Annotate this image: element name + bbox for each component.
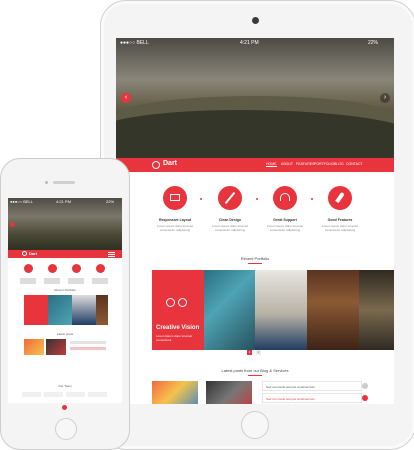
feature-title: Clean Design — [218, 218, 242, 222]
scroll-top-icon[interactable] — [62, 405, 67, 410]
portfolio-tile-gallery[interactable] — [307, 270, 359, 350]
portfolio-tile-creative[interactable]: Creative Vision Lorem ipsum dolor sit am… — [152, 270, 204, 350]
brush-icon — [218, 186, 242, 210]
blog-thumb[interactable] — [152, 381, 198, 404]
iphone-speaker — [53, 181, 75, 184]
dart-logo-icon — [22, 251, 27, 256]
headset-icon — [72, 264, 81, 273]
page-1-button[interactable]: 1 — [247, 350, 252, 355]
carrier-label: ●●●○○ BELL — [120, 40, 149, 46]
feature-title: Good Features — [327, 218, 353, 222]
glasses-icon — [178, 298, 187, 307]
brand-name[interactable]: Dart — [29, 251, 37, 256]
portfolio-heading: Recent Portfolio — [54, 288, 76, 292]
nav-contact[interactable]: CONTACT — [346, 162, 363, 166]
portfolio-tile[interactable] — [72, 295, 96, 325]
blog-heading: Latest posts — [56, 332, 74, 336]
blog-row[interactable]: Sed commodo tempus condimentum — [262, 381, 362, 391]
feature-title: Great Support — [273, 218, 297, 222]
glasses-icon — [166, 298, 175, 307]
feature-text: Lorem ipsum dolor sit amet consectetur a… — [156, 224, 194, 232]
team-heading: Our Team — [58, 384, 72, 388]
headset-icon — [273, 186, 297, 210]
ipad-status-bar: ●●●○○ BELL 4:21 PM 22% — [116, 38, 394, 48]
blog-thumb[interactable] — [24, 339, 44, 355]
slider-next-icon[interactable]: › — [380, 93, 390, 103]
feature-separator — [311, 198, 313, 200]
slider-prev-icon[interactable] — [10, 222, 15, 227]
rocket-icon — [328, 186, 352, 210]
monitor-icon — [24, 264, 33, 273]
team-list — [22, 392, 108, 397]
portfolio-heading: Recent Portfolio — [240, 256, 270, 261]
iphone-screen: ●●●○○ BELL 4:21 PM 22% Dart Recent Portf… — [8, 198, 122, 414]
blog-row[interactable]: Sed commodo tempus condimentum — [262, 393, 362, 403]
feature-texts — [20, 278, 112, 284]
feature-text: Lorem ipsum dolor sit amet consectetur a… — [321, 224, 359, 232]
blog-thumb[interactable] — [46, 339, 66, 355]
iphone-camera-icon — [45, 181, 48, 184]
menu-icon[interactable] — [108, 252, 115, 253]
tile-subtitle: Lorem ipsum dolor sit amet consectetur — [156, 334, 193, 342]
hero-image — [8, 198, 122, 250]
blog-thumb[interactable] — [206, 381, 252, 404]
iphone-home-button[interactable] — [55, 418, 77, 440]
portfolio-tile-extra[interactable] — [359, 270, 394, 350]
hero-foreground — [116, 110, 394, 158]
rocket-shape — [335, 191, 345, 204]
tile-title: Creative Vision — [156, 325, 200, 331]
brush-shape — [224, 191, 236, 205]
battery-label: 22% — [368, 40, 379, 46]
carrier-label: ●●●○○ BELL — [10, 199, 33, 204]
rocket-icon — [96, 264, 105, 273]
monitor-shape — [170, 194, 180, 201]
clock-label: 4:21 PM — [56, 199, 71, 204]
nav-about[interactable]: ABOUT — [281, 162, 293, 166]
blog-row[interactable] — [70, 347, 106, 350]
more-icon[interactable] — [362, 383, 368, 389]
battery-label: 22% — [106, 199, 115, 204]
headset-shape — [280, 193, 290, 201]
ipad-screen: ●●●○○ BELL 4:21 PM 22% ‹ › Dart HOME ABO… — [116, 38, 394, 404]
clock-label: 4:21 PM — [240, 40, 259, 46]
nav-portfolio[interactable]: PORTFOLIO — [314, 162, 334, 166]
portfolio-tile[interactable] — [96, 295, 108, 325]
heading-underline — [248, 263, 262, 264]
ipad-home-button[interactable] — [241, 411, 269, 439]
nav-features[interactable]: FEATURES — [296, 162, 314, 166]
brush-icon — [48, 264, 57, 273]
dart-logo-icon — [152, 161, 160, 169]
hero-image — [116, 38, 394, 158]
feature-text: Lorem ipsum dolor sit amet consectetur a… — [266, 224, 304, 232]
nav-home[interactable]: HOME — [266, 162, 277, 167]
blog-row[interactable] — [70, 341, 106, 344]
ipad-camera-icon — [252, 17, 259, 24]
feature-title: Responsive Layout — [158, 218, 192, 222]
slider-prev-icon[interactable]: ‹ — [121, 93, 131, 103]
nav-blog[interactable]: BLOG — [334, 162, 344, 166]
blog-heading: Latest posts from our Blog & Services — [221, 368, 289, 373]
brand-name[interactable]: Dart — [163, 160, 177, 167]
feature-separator — [200, 198, 202, 200]
heading-underline — [248, 375, 262, 376]
feature-text: Lorem ipsum dolor sit amet consectetur a… — [211, 224, 249, 232]
portfolio-tile[interactable] — [24, 295, 48, 325]
feature-separator — [256, 198, 258, 200]
portfolio-tile-child[interactable] — [204, 270, 255, 350]
portfolio-tile[interactable] — [48, 295, 72, 325]
monitor-icon — [163, 186, 187, 210]
more-icon[interactable] — [362, 395, 368, 401]
portfolio-tile-girl[interactable] — [255, 270, 307, 350]
page-2-button[interactable]: 2 — [256, 350, 261, 355]
